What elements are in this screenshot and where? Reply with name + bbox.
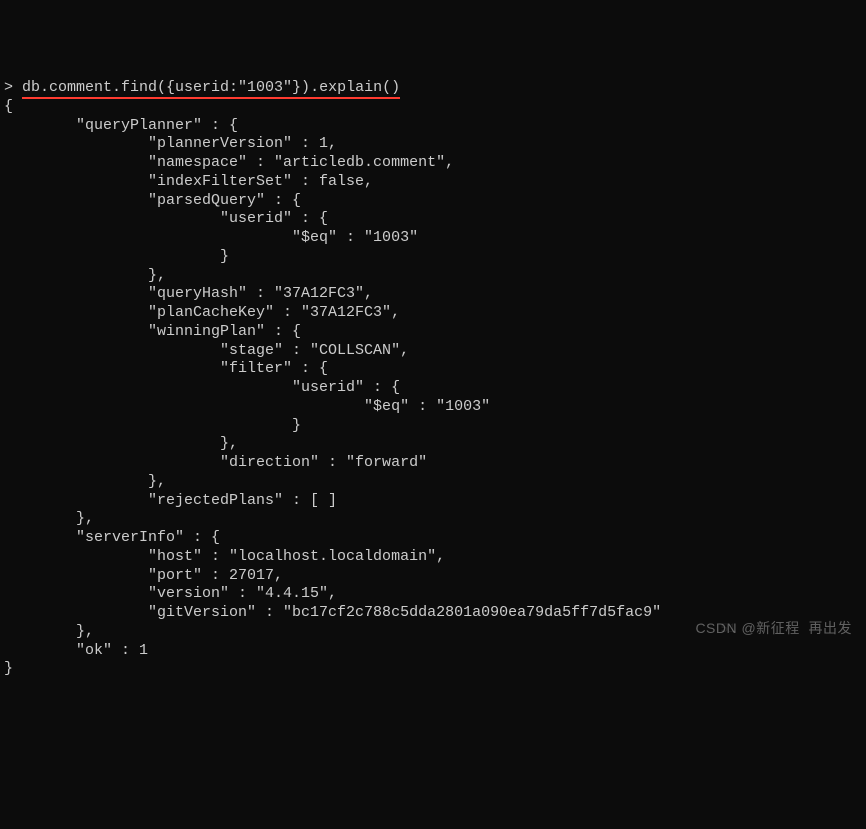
command-line[interactable]: db.comment.find({userid:"1003"}).explain…	[22, 79, 400, 98]
csdn-watermark: CSDN @新征程 再出发	[695, 620, 852, 638]
shell-prompt: >	[4, 79, 22, 96]
underline-decoration	[22, 97, 400, 99]
command-text: db.comment.find({userid:"1003"}).explain…	[22, 79, 400, 96]
terminal-output: { "queryPlanner" : { "plannerVersion" : …	[4, 98, 866, 679]
